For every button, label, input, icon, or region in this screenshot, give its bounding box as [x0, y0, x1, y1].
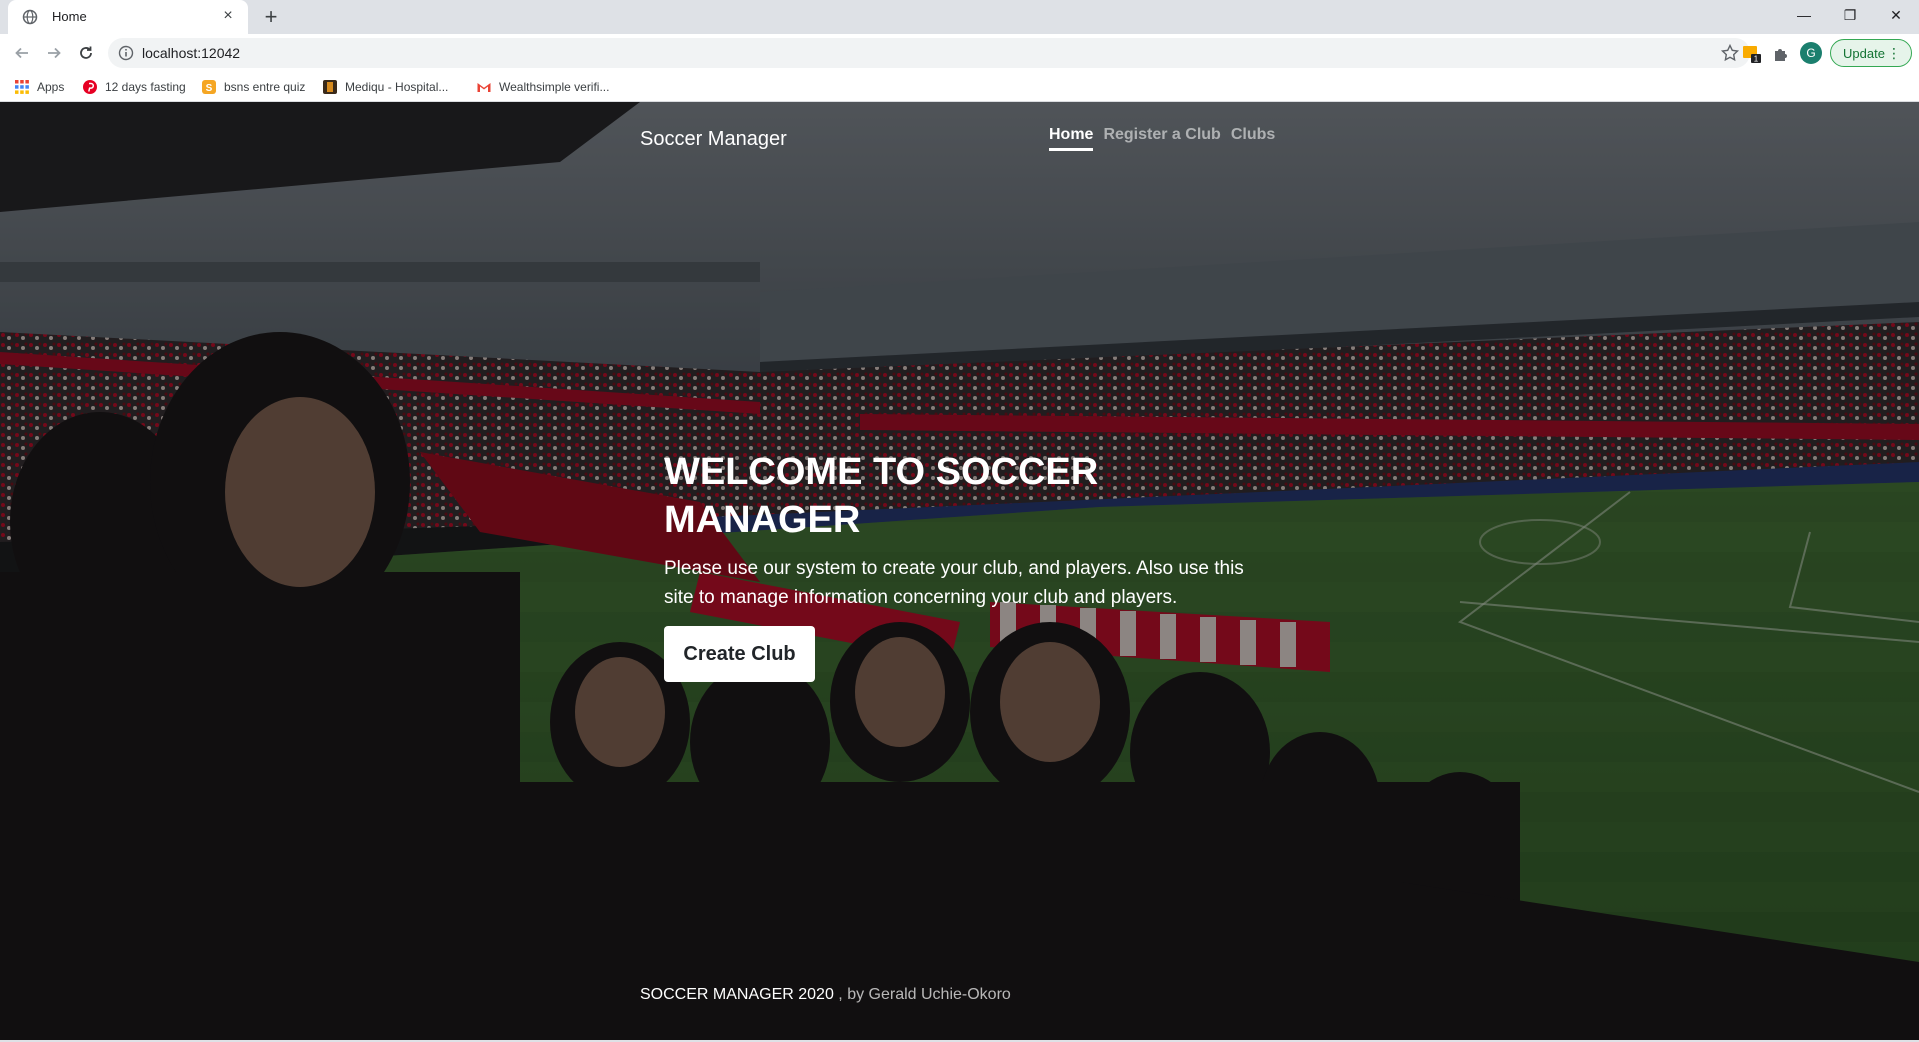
footer-title: SOCCER MANAGER 2020 [640, 986, 834, 1003]
site-footer: SOCCER MANAGER 2020 , by Gerald Uchie-Ok… [640, 986, 1011, 1004]
bookmark-12-days-fasting[interactable]: 12 days fasting [82, 72, 186, 102]
nav-link-register-a-club[interactable]: Register a Club [1103, 126, 1220, 151]
bookmark-label: bsns entre quiz [224, 80, 306, 94]
mediqu-icon [323, 80, 337, 94]
profile-avatar[interactable]: G [1800, 42, 1822, 64]
url-text[interactable]: localhost:12042 [142, 45, 240, 61]
pinterest-icon [83, 80, 97, 94]
browser-tab-home[interactable]: Home × [8, 0, 248, 34]
svg-text:S: S [206, 83, 213, 94]
arrow-left-icon [15, 47, 28, 59]
hero-description: Please use our system to create your clu… [664, 558, 1244, 608]
forward-button[interactable] [40, 39, 68, 67]
reload-icon [80, 46, 92, 59]
site-nav: Home Register a Club Clubs [1049, 126, 1275, 151]
hero-page: Soccer Manager Home Register a Club Club… [0, 102, 1919, 1040]
hero-content: WELCOME TO SOCCER MANAGER Please use our… [664, 448, 1264, 612]
reload-button[interactable] [72, 39, 100, 67]
new-tab-button[interactable]: + [258, 4, 284, 30]
bookmark-wealthsimple[interactable]: Wealthsimple verifi... [476, 72, 609, 102]
extension-notes-icon[interactable]: 1 [1741, 43, 1763, 65]
update-button[interactable]: Update ⋮ [1830, 39, 1912, 67]
info-icon[interactable] [118, 45, 134, 61]
bookmark-mediqu[interactable]: Mediqu - Hospital... [322, 72, 448, 102]
tab-close-icon[interactable]: × [218, 6, 238, 26]
browser-toolbar: localhost:12042 1 G Update ⋮ [0, 34, 1919, 72]
bookmark-label: Apps [37, 80, 65, 94]
gmail-icon [477, 83, 491, 92]
window-close-button[interactable]: ✕ [1873, 0, 1919, 30]
extensions-puzzle-icon[interactable] [1770, 43, 1792, 65]
more-vert-icon: ⋮ [1887, 45, 1901, 61]
browser-tab-strip: Home × + — ❐ ✕ [0, 0, 1919, 34]
nav-link-home[interactable]: Home [1049, 126, 1094, 151]
bookmark-label: Mediqu - Hospital... [345, 80, 449, 94]
bookmark-bsns-entre-quiz[interactable]: S bsns entre quiz [201, 72, 305, 102]
bookmarks-bar: Apps 12 days fasting S bsns entre quiz M… [0, 72, 1919, 102]
tab-title: Home [52, 9, 87, 24]
update-label: Update [1843, 46, 1885, 61]
bookmark-star-icon[interactable] [1720, 43, 1740, 63]
hero-heading: WELCOME TO SOCCER MANAGER [664, 451, 1099, 541]
arrow-right-icon [48, 47, 61, 59]
bookmark-label: 12 days fasting [105, 80, 186, 94]
back-button[interactable] [8, 39, 36, 67]
bookmark-label: Wealthsimple verifi... [499, 80, 610, 94]
nav-link-clubs[interactable]: Clubs [1231, 126, 1275, 151]
quiz-icon: S [202, 80, 216, 94]
window-maximize-button[interactable]: ❐ [1827, 0, 1873, 30]
window-minimize-button[interactable]: — [1781, 0, 1827, 30]
footer-byline: , by Gerald Uchie-Okoro [838, 986, 1011, 1003]
svg-text:1: 1 [1754, 55, 1759, 64]
globe-icon [22, 9, 38, 25]
site-brand[interactable]: Soccer Manager [640, 128, 787, 151]
create-club-button[interactable]: Create Club [664, 626, 815, 682]
bookmark-apps[interactable]: Apps [14, 72, 64, 102]
apps-grid-icon [15, 80, 29, 94]
address-bar[interactable]: localhost:12042 [108, 38, 1750, 68]
